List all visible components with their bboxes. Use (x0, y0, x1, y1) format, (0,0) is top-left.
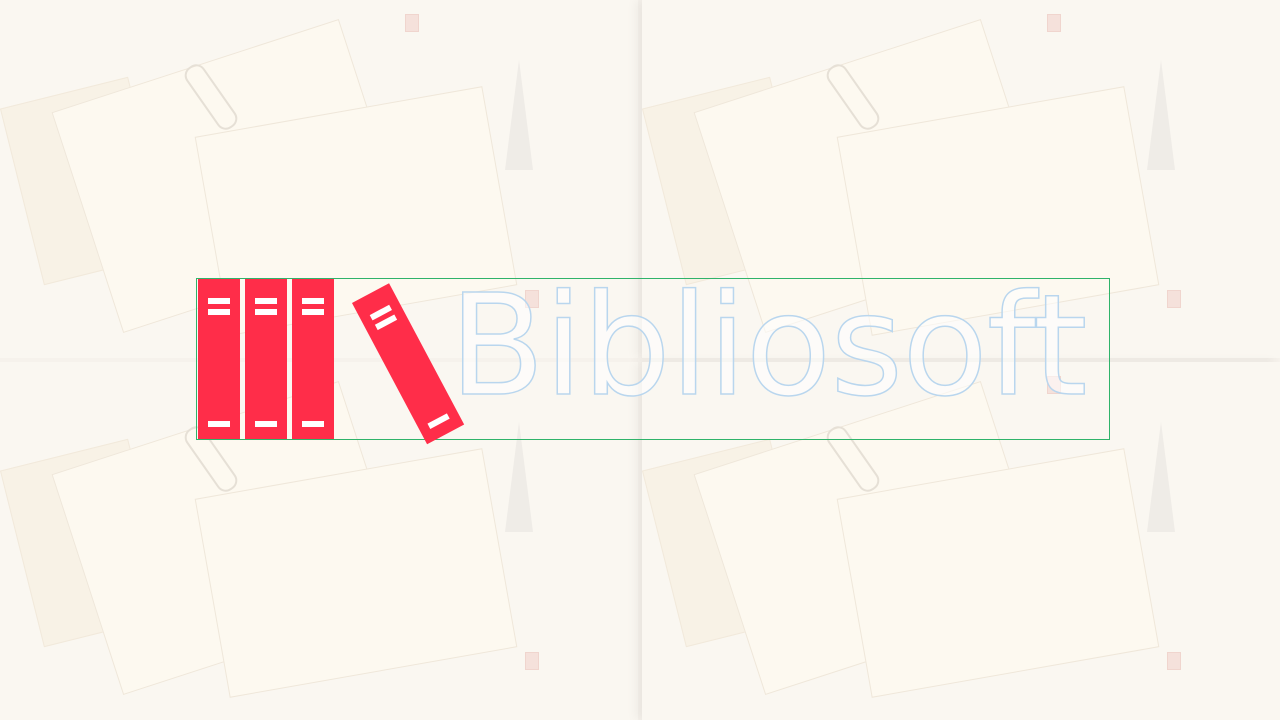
book-spine (292, 279, 334, 439)
book-spine-leaning (351, 283, 465, 445)
logo-text: Bibliosoft (448, 265, 1088, 428)
book-spine (198, 279, 240, 439)
book-spine (245, 279, 287, 439)
logo-banner: Bibliosoft (196, 266, 1110, 445)
